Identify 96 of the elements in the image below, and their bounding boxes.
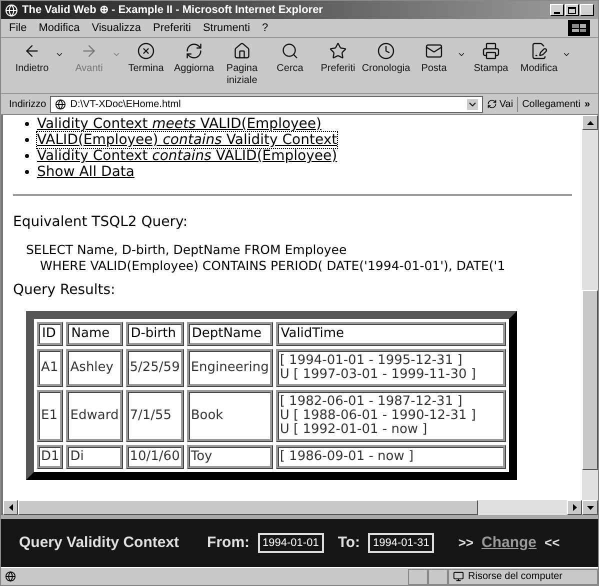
column-header: Name	[66, 322, 123, 346]
page-icon	[5, 571, 16, 582]
menu-item[interactable]: Strumenti	[202, 20, 250, 36]
from-field[interactable]: 1994-01-01	[258, 532, 324, 554]
link[interactable]: Show All Data	[37, 164, 134, 180]
mail-icon	[425, 42, 443, 60]
toolbar-button[interactable]: Aggiorna	[171, 38, 217, 75]
home-icon	[233, 42, 251, 60]
bullet-icon	[25, 170, 29, 174]
scroll-up-button[interactable]	[582, 115, 598, 130]
table-cell: [ 1994-01-01 - 1995-12-31 ] U [ 1997-03-01 - 1999-11-30 ]	[276, 349, 506, 387]
minimize-button[interactable]	[550, 4, 564, 16]
table-cell: 7/1/55	[126, 390, 184, 442]
scroll-left-button[interactable]	[3, 500, 18, 515]
link[interactable]: Validity Context meets VALID(Employee)	[37, 116, 322, 132]
menu-item[interactable]: File	[9, 20, 27, 36]
toolbar-button[interactable]: Indietro	[9, 38, 64, 75]
toolbar-button[interactable]: Modifica	[516, 38, 571, 75]
search-icon	[281, 42, 299, 60]
table-cell: Book	[186, 390, 273, 442]
computer-icon	[453, 571, 464, 582]
chevrons-text: <<	[544, 534, 560, 552]
from-label: From:	[207, 532, 250, 553]
table-cell: Di	[66, 445, 123, 469]
menu-item[interactable]: Modifica	[38, 20, 80, 36]
table-cell: Ashley	[66, 349, 123, 387]
link[interactable]: Validity Context contains VALID(Employee)	[37, 148, 338, 164]
table-cell: E1	[37, 390, 64, 442]
address-field[interactable]: D:\VT-XDoc\EHome.html	[50, 96, 484, 112]
address-label: Indirizzo	[9, 98, 46, 112]
table-cell: 5/25/59	[126, 349, 184, 387]
clock-icon	[377, 42, 395, 60]
left-triangle-icon	[8, 504, 12, 511]
right-triangle-icon	[572, 504, 576, 511]
toolbar-button[interactable]: Posta	[411, 38, 466, 75]
dropdown-icon	[457, 50, 466, 59]
toolbar-button[interactable]: Cronologia	[363, 38, 409, 75]
link[interactable]: VALID(Employee) contains Validity Context	[37, 132, 338, 148]
go-button[interactable]: Vai	[487, 96, 514, 112]
toolbar-button[interactable]: Stampa	[468, 38, 514, 75]
context-title: Query Validity Context	[19, 532, 180, 553]
up-triangle-icon	[586, 120, 594, 124]
bullet-icon	[25, 138, 29, 142]
column-header: DeptName	[186, 322, 273, 346]
scroll-right-button[interactable]	[567, 500, 582, 515]
bullet-icon	[25, 154, 29, 158]
column-header: D-birth	[126, 322, 184, 346]
toolbar-button[interactable]: Pagina iniziale	[219, 38, 265, 87]
links-label[interactable]: Collegamenti	[517, 96, 580, 112]
toolbar-button[interactable]: Preferiti	[315, 38, 361, 75]
table-cell: Toy	[186, 445, 273, 469]
menu-item[interactable]: Preferiti	[153, 20, 191, 36]
refresh-icon	[185, 42, 203, 60]
menu-item[interactable]: Visualizza	[92, 20, 142, 36]
window-title: The Valid Web ⊕ - Example II - Microsoft Internet Explorer	[22, 2, 323, 18]
down-triangle-icon	[586, 506, 594, 510]
windows-logo-icon	[568, 20, 590, 36]
query-line: WHERE VALID(Employee) CONTAINS PERIOD( DATE('1994-01-01'), DATE('1	[40, 258, 506, 274]
column-header: ValidTime	[276, 322, 506, 346]
dropdown-icon	[562, 50, 571, 59]
refresh-icon	[487, 99, 498, 109]
page-icon	[55, 98, 66, 110]
table-cell: D1	[37, 445, 64, 469]
table-cell: Engineering	[186, 349, 273, 387]
more-chevron[interactable]: »	[584, 96, 590, 112]
dropdown-icon[interactable]	[467, 98, 478, 110]
stop-icon	[137, 42, 155, 60]
bullet-icon	[25, 122, 29, 126]
vertical-scrollbar[interactable]	[582, 115, 598, 515]
table-cell: 10/1/60	[126, 445, 184, 469]
change-link[interactable]: Change	[482, 532, 537, 554]
scroll-down-button[interactable]	[582, 500, 598, 515]
to-field[interactable]: 1994-01-31	[368, 532, 434, 554]
horizontal-scrollbar[interactable]	[3, 500, 582, 515]
query-line: SELECT Name, D-birth, DeptName FROM Employee	[26, 242, 348, 258]
dropdown-icon	[55, 50, 64, 59]
maximize-button[interactable]	[565, 4, 579, 16]
dropdown-icon	[112, 50, 121, 59]
edit-document-icon	[530, 42, 548, 60]
chevrons-text: >>	[458, 534, 474, 552]
forward-arrow-icon	[80, 42, 98, 60]
printer-icon	[482, 42, 500, 60]
section-heading: Query Results:	[13, 281, 116, 300]
status-zone: Risorse del computer	[468, 570, 562, 584]
section-heading: Equivalent TSQL2 Query:	[13, 213, 189, 232]
toolbar-button[interactable]: Termina	[123, 38, 169, 75]
column-header: ID	[37, 322, 64, 346]
toolbar-button[interactable]: Cerca	[267, 38, 313, 75]
table-cell: A1	[37, 349, 64, 387]
menu-item[interactable]: ?	[262, 20, 268, 36]
close-button[interactable]	[580, 4, 594, 16]
browser-icon	[5, 4, 18, 16]
table-cell: [ 1982-06-01 - 1987-12-31 ] U [ 1988-06-01 - 1990-12-31 ] U [ 1992-01-01 - now ]	[276, 390, 506, 442]
table-cell: [ 1986-09-01 - now ]	[276, 445, 506, 469]
to-label: To:	[338, 532, 360, 553]
table-cell: Edward	[66, 390, 123, 442]
